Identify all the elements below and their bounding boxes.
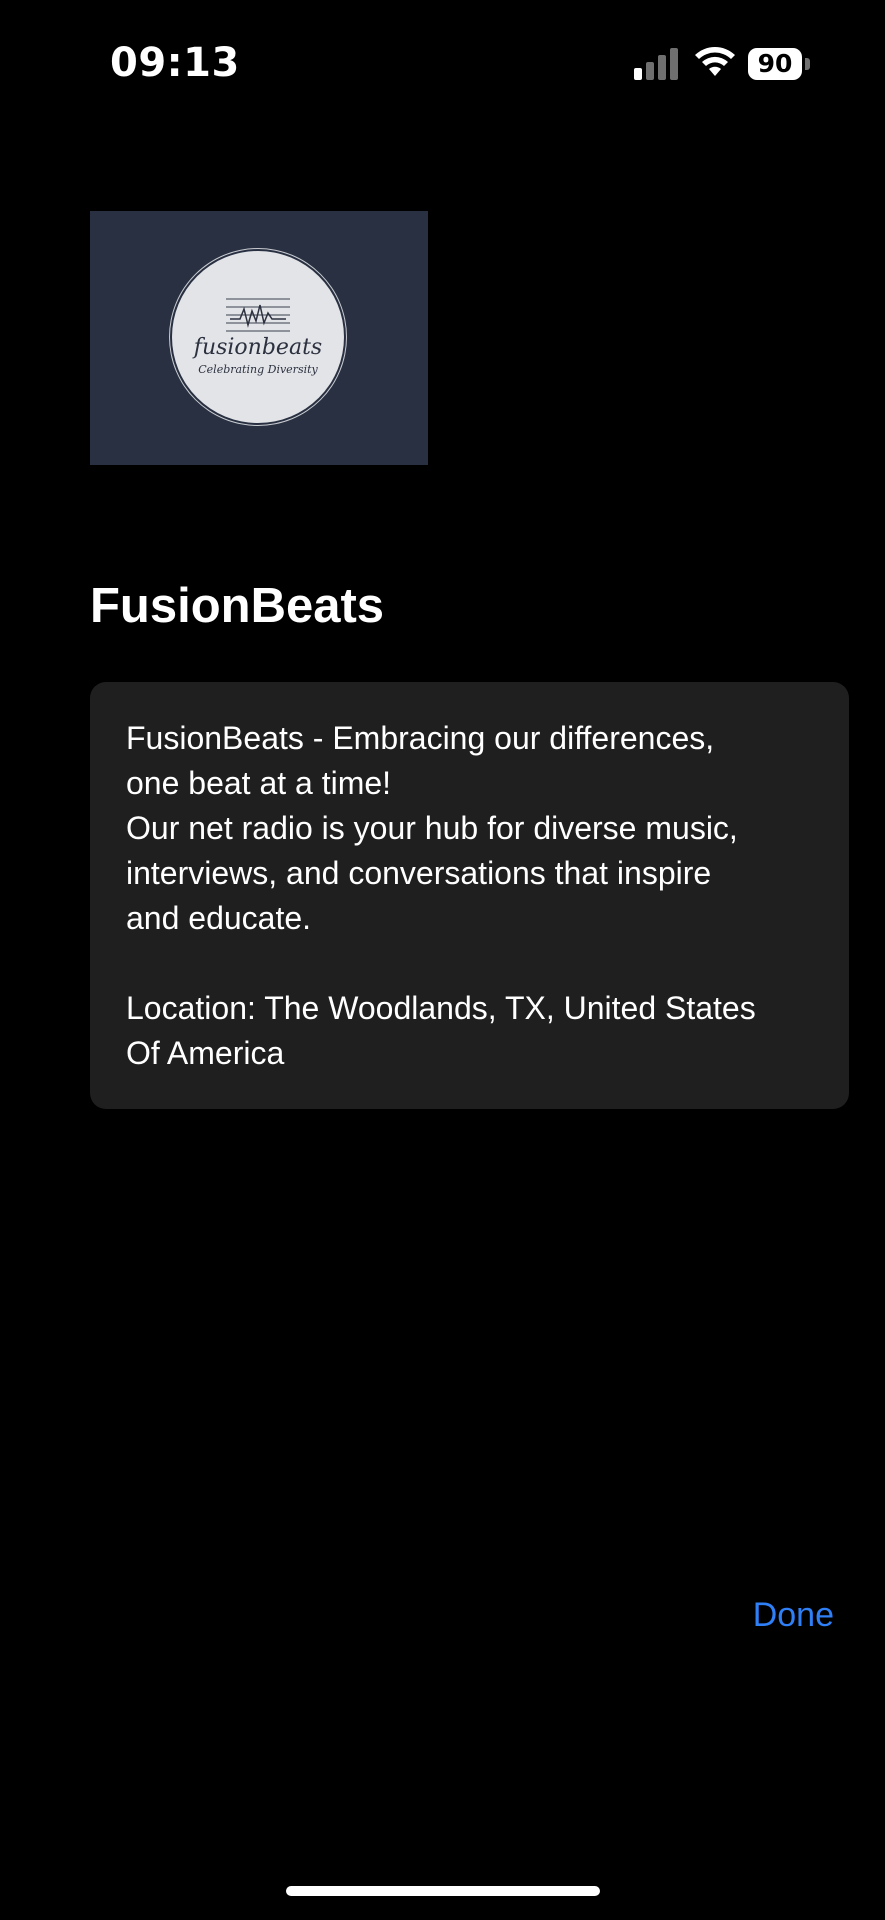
artwork-wordmark: fusionbeats [193, 335, 323, 360]
artwork-tagline: Celebrating Diversity [198, 363, 318, 376]
cellular-signal-icon [634, 48, 678, 80]
done-button[interactable]: Done [714, 1590, 834, 1640]
home-indicator[interactable] [286, 1886, 600, 1896]
description-line: Our net radio is your hub for diverse mu… [126, 810, 738, 846]
description-line: and educate. [126, 900, 312, 936]
station-location: Location: The Woodlands, TX, United Stat… [126, 986, 813, 1076]
station-description: FusionBeats - Embracing our differences,… [126, 716, 813, 941]
battery-cap [805, 58, 810, 70]
waveform-icon [226, 298, 290, 332]
description-line: interviews, and conversations that inspi… [126, 855, 712, 891]
status-bar: 09:13 90 [0, 0, 885, 130]
station-title: FusionBeats [90, 579, 385, 633]
description-card: FusionBeats - Embracing our differences,… [90, 682, 849, 1109]
battery-icon: 90 [748, 48, 812, 82]
status-time: 09:13 [110, 40, 240, 86]
location-line: Location: The Woodlands, TX, United Stat… [126, 990, 756, 1026]
battery-level: 90 [748, 48, 802, 80]
description-line: FusionBeats - Embracing our differences, [126, 720, 715, 756]
description-line: one beat at a time! [126, 765, 392, 801]
artwork-logo-disc: fusionbeats Celebrating Diversity [174, 253, 342, 421]
location-line: Of America [126, 1035, 285, 1071]
station-artwork: fusionbeats Celebrating Diversity [90, 211, 428, 465]
wifi-icon [695, 47, 735, 76]
